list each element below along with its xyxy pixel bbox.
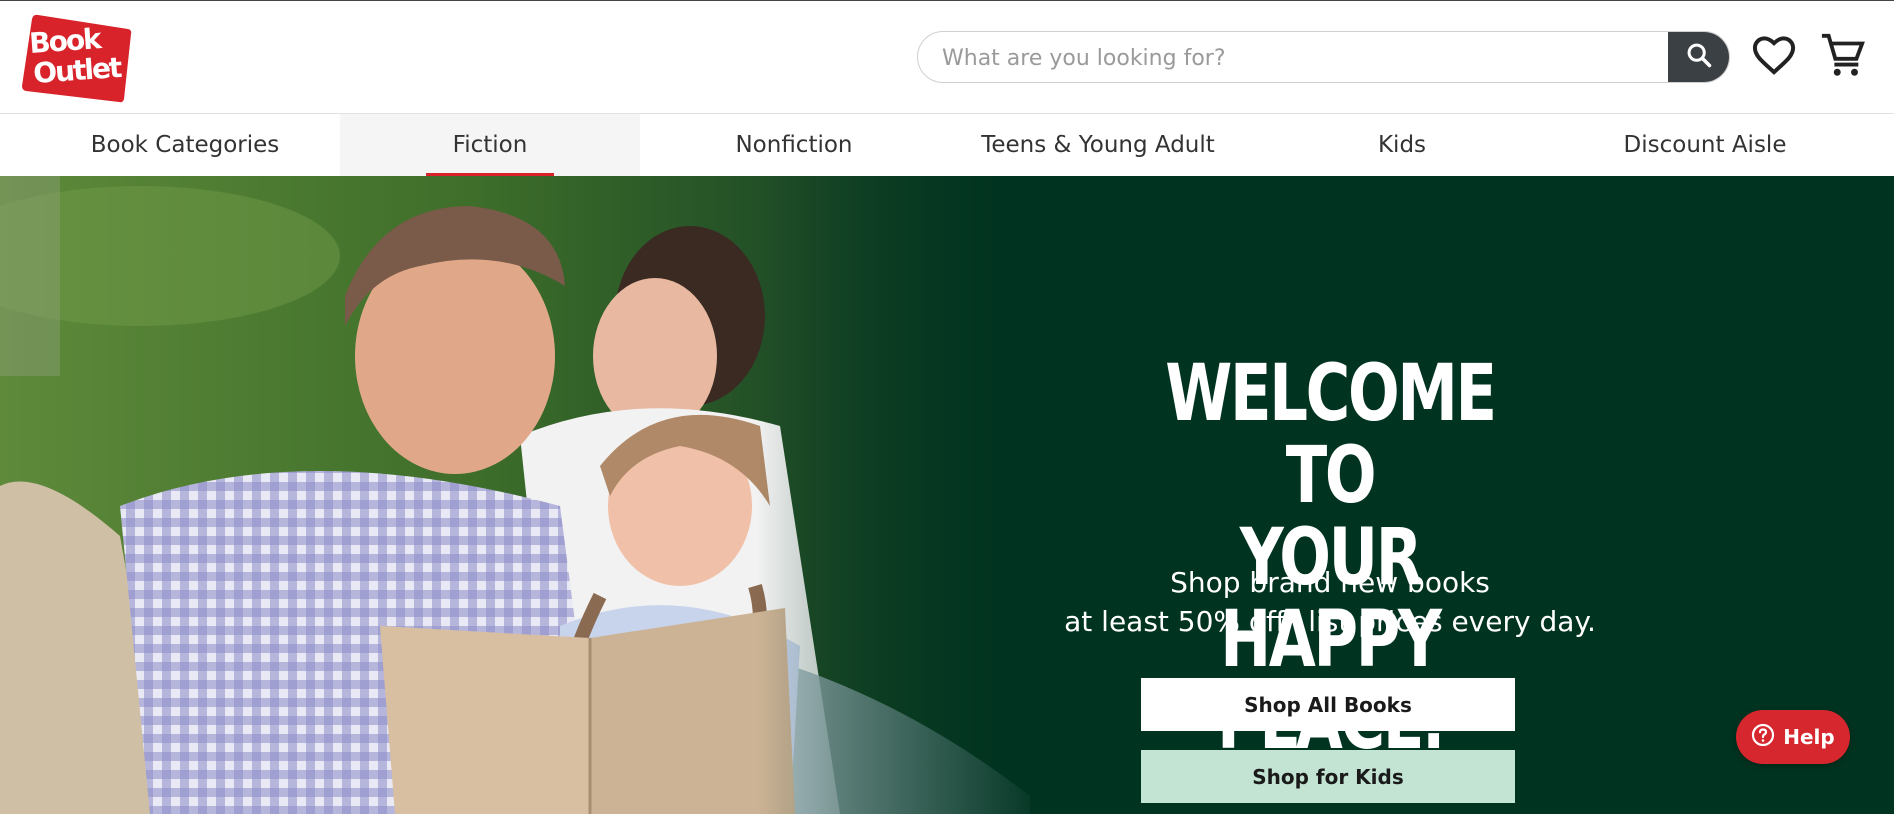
- nav-book-categories[interactable]: Book Categories: [35, 114, 335, 176]
- hero-subtitle-line2: at least 50% off* list prices every day.: [1064, 605, 1596, 638]
- book-outlet-logo[interactable]: Book Outlet: [20, 13, 136, 105]
- main-nav: Book Categories Fiction Nonfiction Teens…: [0, 113, 1894, 177]
- nav-kids[interactable]: Kids: [1252, 114, 1552, 176]
- hero-banner: WELCOME TO YOUR HAPPY PLACE. Shop brand …: [0, 176, 1894, 814]
- nav-nonfiction[interactable]: Nonfiction: [644, 114, 944, 176]
- cart-icon: [1820, 32, 1866, 82]
- nav-fiction[interactable]: Fiction: [340, 114, 640, 176]
- search-input[interactable]: [940, 32, 1664, 82]
- family-reading-photo: [0, 176, 1050, 814]
- heart-icon: [1751, 34, 1797, 80]
- cart-button[interactable]: [1817, 31, 1869, 83]
- search-icon: [1685, 41, 1713, 73]
- help-icon: [1751, 723, 1775, 752]
- search-button[interactable]: [1668, 32, 1729, 82]
- shop-for-kids-button[interactable]: Shop for Kids: [1141, 750, 1515, 803]
- svg-text:Outlet: Outlet: [32, 51, 123, 90]
- nav-teens-young-adult[interactable]: Teens & Young Adult: [948, 114, 1248, 176]
- help-label: Help: [1783, 725, 1835, 749]
- help-button[interactable]: Help: [1736, 710, 1850, 764]
- nav-discount-aisle[interactable]: Discount Aisle: [1555, 114, 1855, 176]
- site-header: Book Outlet: [0, 1, 1894, 113]
- search-bar[interactable]: [917, 31, 1730, 83]
- hero-subtitle: Shop brand new books at least 50% off* l…: [1020, 563, 1640, 641]
- wishlist-button[interactable]: [1748, 31, 1800, 83]
- shop-all-books-button[interactable]: Shop All Books: [1141, 678, 1515, 731]
- hero-subtitle-line1: Shop brand new books: [1170, 566, 1490, 599]
